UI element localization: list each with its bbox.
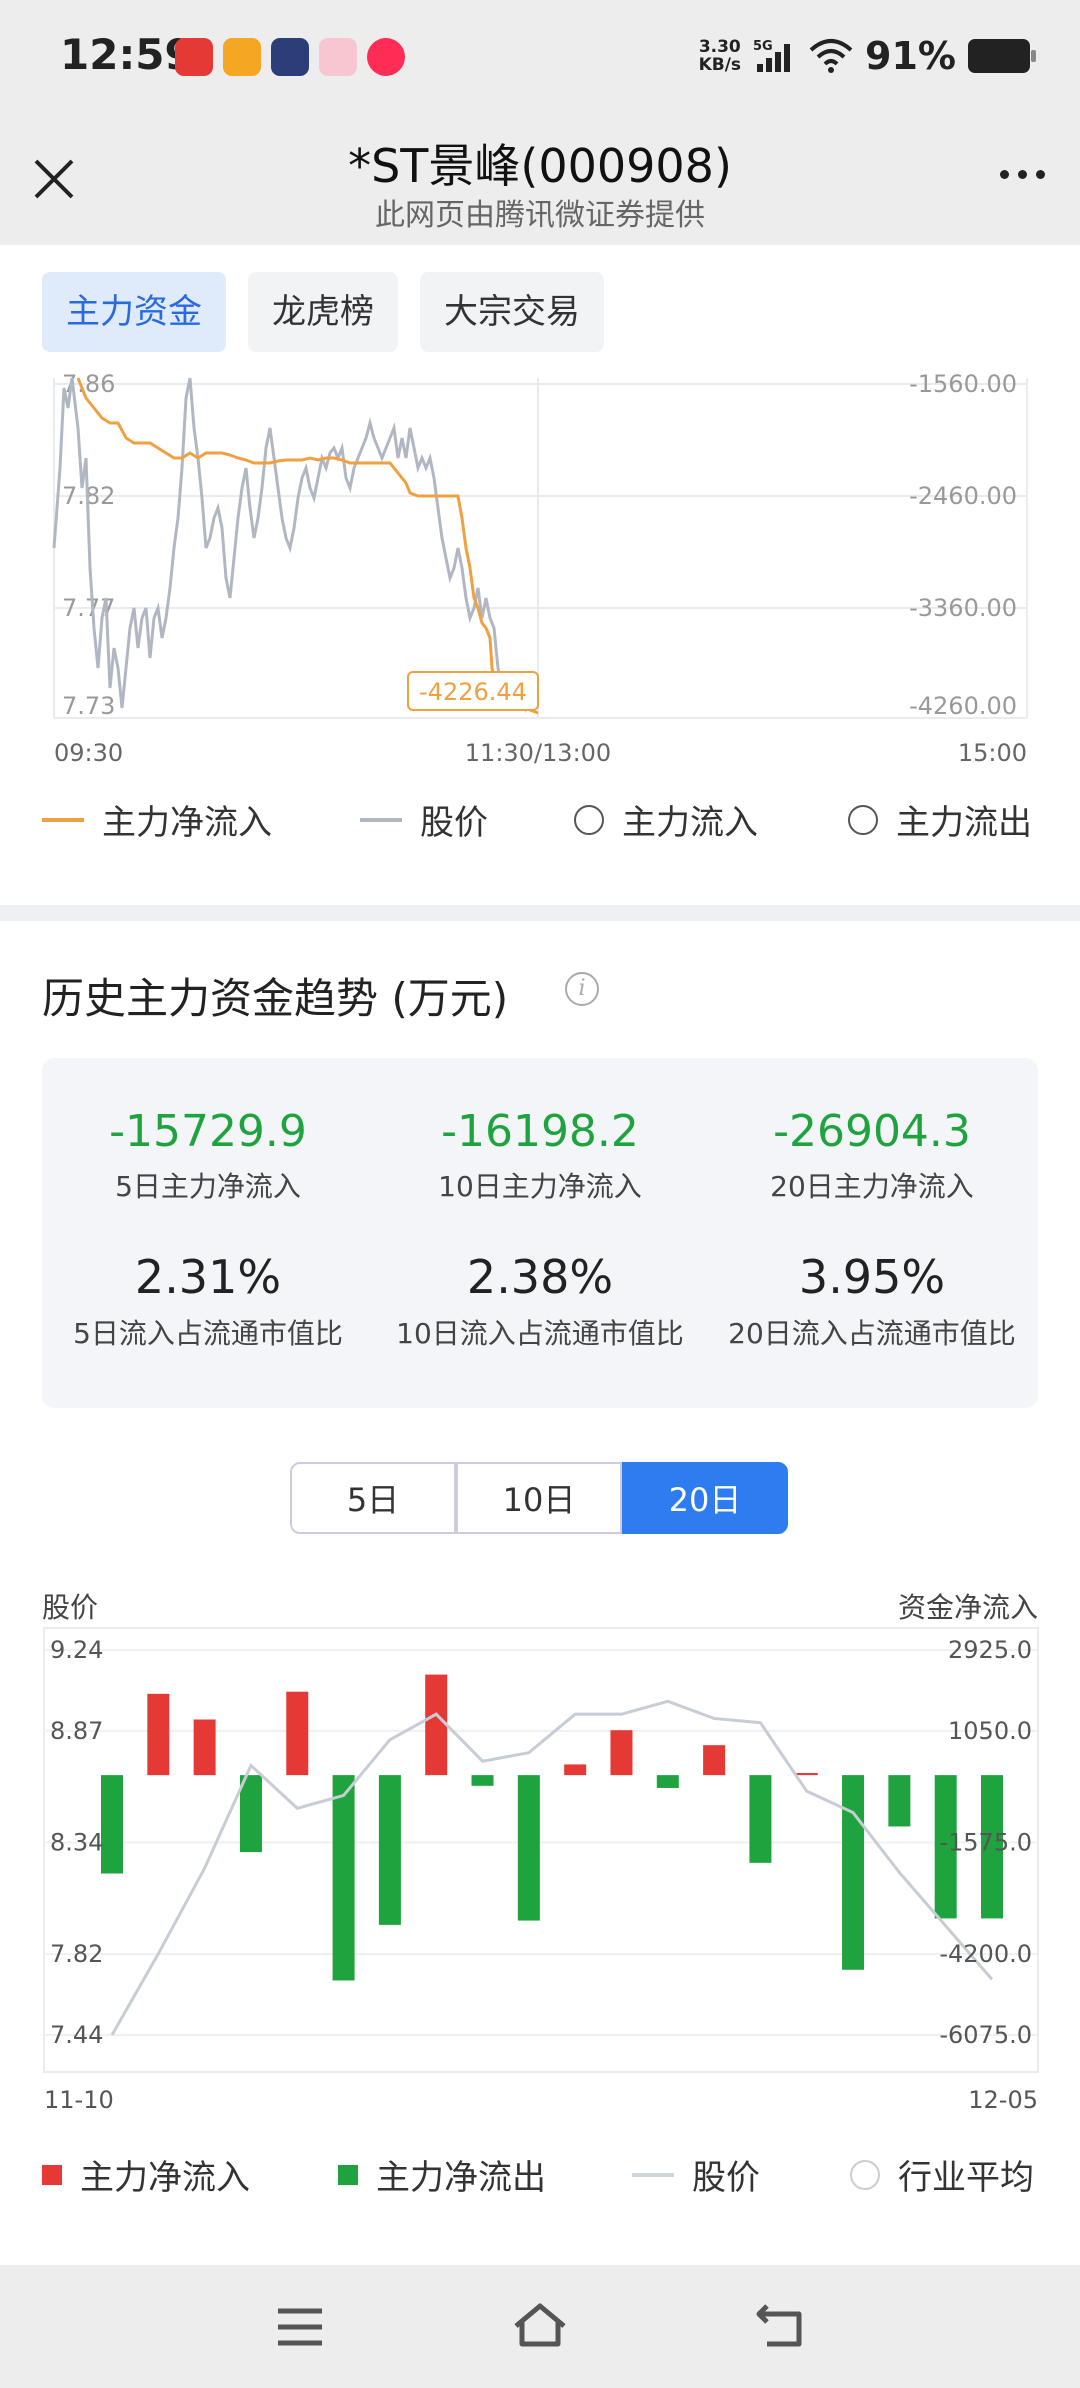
legend-inflow[interactable]: 主力净流入 [42,2150,250,2199]
inflow-bar [147,1693,170,1776]
video-app-icon [271,38,309,76]
tab-block-trade[interactable]: 大宗交易 [420,272,604,352]
outflow-bar [517,1775,540,1921]
x-label-start: 11-10 [44,2086,114,2114]
stat-20d-net: -26904.3 20日主力净流入 [770,1106,974,1203]
right-tick: -1575.0 [939,1829,1032,1857]
period-20d-button[interactable]: 20日 [622,1462,788,1534]
legend-outflow[interactable]: 主力流出 [848,795,1032,844]
left-tick: 8.87 [50,1717,103,1745]
tab-bar: 主力资金 龙虎榜 大宗交易 [42,272,604,352]
outflow-bar [656,1775,679,1788]
app-notification-icon [175,38,213,76]
more-menu-icon[interactable] [1000,170,1045,179]
tab-dragon-tiger[interactable]: 龙虎榜 [248,272,398,352]
x-tick-open: 09:30 [54,739,123,767]
x-tick-close: 15:00 [958,739,1027,767]
cellular-signal-icon: 5G [753,39,791,72]
right-tick: -4200.0 [939,1940,1032,1968]
outflow-bar [842,1775,865,1970]
outflow-bar [101,1775,123,1874]
battery-icon [968,39,1036,73]
inflow-bar [286,1691,309,1776]
legend-outflow[interactable]: 主力净流出 [338,2150,546,2199]
inflow-bar [795,1772,818,1776]
x-tick-midday: 11:30/13:00 [465,739,611,767]
section-divider [0,905,1080,921]
left-tick: 8.34 [50,1829,103,1857]
outflow-bar [378,1775,401,1925]
home-icon[interactable] [510,2300,570,2350]
back-icon[interactable] [755,2300,805,2350]
music-app-icon [319,38,357,76]
media-app-icon [367,38,405,76]
left-tick: 9.24 [50,1636,103,1664]
stat-10d-ratio: 2.38% 10日流入占流通市值比 [396,1250,684,1350]
period-5d-button[interactable]: 5日 [290,1462,456,1534]
period-selector: 5日 10日 20日 [290,1462,788,1534]
right-tick: -6075.0 [939,2021,1032,2049]
system-nav-bar [0,2265,1080,2388]
right-tick-2: -2460.00 [909,482,1017,510]
tab-main-funds[interactable]: 主力资金 [42,272,226,352]
x-label-end: 12-05 [968,2086,1038,2114]
history-flow-chart[interactable]: 9.24 2925.0 8.87 1050.0 8.34 -1575.0 7.82 -4200… [42,1620,1042,2120]
status-bar: 12:59 3.30 KB/s 5G 91% [0,0,1080,115]
outflow-bar [332,1775,355,1981]
notification-icons [175,38,405,76]
stat-20d-ratio: 3.95% 20日流入占流通市值比 [728,1250,1016,1350]
page-subtitle: 此网页由腾讯微证券提供 [375,198,705,233]
stat-5d-net: -15729.9 5日主力净流入 [109,1106,307,1203]
period-10d-button[interactable]: 10日 [456,1462,622,1534]
wifi-icon [809,39,853,73]
right-tick: 2925.0 [948,1636,1032,1664]
history-legend: 主力净流入 主力净流出 股价 行业平均 [42,2150,1042,2200]
outflow-bar [239,1775,262,1853]
right-tick-1: -1560.00 [909,370,1017,398]
flow-tooltip: -4226.44 [419,678,527,706]
info-icon[interactable]: i [565,972,599,1006]
right-tick-4: -4260.00 [909,692,1017,720]
history-title: 历史主力资金趋势 (万元) [42,974,509,1023]
inflow-bar [564,1764,587,1776]
left-tick: 7.44 [50,2021,103,2049]
status-time: 12:59 [60,30,194,79]
legend-inflow[interactable]: 主力流入 [574,795,758,844]
outflow-bar [471,1775,494,1786]
speed-unit: KB/s [698,55,742,75]
page-title: *ST景峰(000908) [348,139,732,193]
status-right: 3.30 KB/s 5G 91% [699,34,1036,78]
network-speed: 3.30 KB/s [699,38,741,74]
stat-10d-net: -16198.2 10日主力净流入 [438,1106,642,1203]
svg-text:5G: 5G [753,39,773,54]
weibo-icon [223,38,261,76]
intraday-flow-chart[interactable]: 7.86 7.82 7.77 7.73 -1560.00 -2460.00 -3… [42,368,1042,778]
summary-card: -15729.9 5日主力净流入 -16198.2 10日主力净流入 -2690… [42,1058,1038,1408]
battery-percent: 91% [865,34,956,78]
inflow-bar [703,1745,726,1776]
left-tick: 7.82 [50,1940,103,1968]
title-bar: *ST景峰(000908) 此网页由腾讯微证券提供 [0,115,1080,245]
outflow-bar [888,1775,911,1827]
inflow-bar [610,1730,633,1776]
inflow-bar [193,1719,216,1776]
net-flow-line [76,377,539,715]
stat-5d-ratio: 2.31% 5日流入占流通市值比 [73,1250,343,1350]
menu-icon[interactable] [275,2305,325,2349]
speed-value: 3.30 [698,37,741,57]
legend-price[interactable]: 股价 [360,795,488,844]
inflow-bar [425,1674,448,1776]
legend-industry-avg[interactable]: 行业平均 [850,2150,1034,2199]
intraday-legend: 主力净流入 股价 主力流入 主力流出 [42,795,1042,845]
legend-net-inflow[interactable]: 主力净流入 [42,795,272,844]
right-tick-3: -3360.00 [909,594,1017,622]
outflow-bar [749,1775,772,1863]
left-tick-4: 7.73 [62,692,115,720]
right-tick: 1050.0 [948,1717,1032,1745]
legend-price[interactable]: 股价 [632,2150,760,2199]
